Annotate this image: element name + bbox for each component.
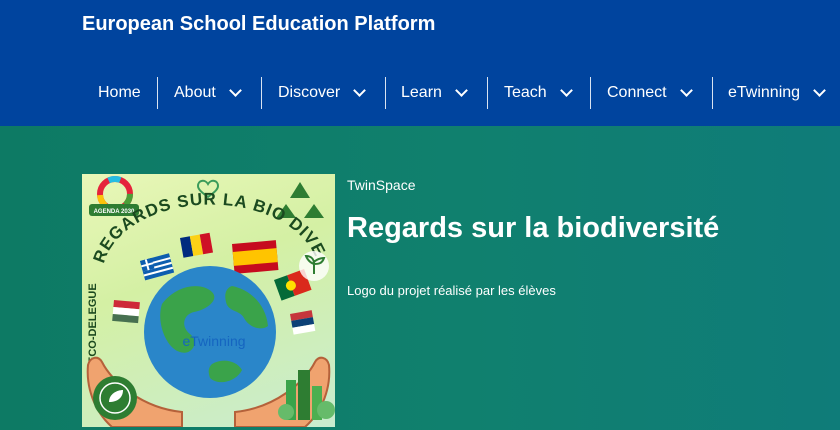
hero-section: AGENDA 2030 REGARDS SUR LA BIO DIVERSÉ E…	[0, 126, 840, 430]
main-nav: Home About Discover Learn Teach Connect	[82, 76, 835, 110]
chevron-down-icon[interactable]	[559, 84, 573, 97]
nav-separator	[590, 77, 591, 109]
globe-icon: eTwinning	[144, 266, 276, 398]
nav-item-discover[interactable]: Discover	[262, 76, 385, 110]
nav-item-label: Learn	[401, 84, 442, 101]
nav-item-label: eTwinning	[728, 84, 801, 101]
nav-item-teach[interactable]: Teach	[488, 76, 590, 110]
hero-kicker[interactable]: TwinSpace	[347, 177, 415, 193]
logo-caption: Logo du projet réalisé par les élèves	[347, 283, 556, 298]
eco-seal-icon	[93, 376, 137, 420]
site-header: European School Education Platform Home …	[0, 0, 840, 126]
logo-side-text: ECO-DELEGUE	[87, 283, 99, 364]
chevron-down-icon[interactable]	[813, 84, 826, 97]
project-logo-image: AGENDA 2030 REGARDS SUR LA BIO DIVERSÉ E…	[82, 174, 335, 427]
project-logo-artwork: AGENDA 2030 REGARDS SUR LA BIO DIVERSÉ E…	[82, 174, 335, 427]
chevron-down-icon[interactable]	[353, 84, 367, 97]
nav-separator	[157, 77, 158, 109]
flag-greece	[140, 253, 175, 281]
nav-item-learn[interactable]: Learn	[386, 76, 487, 110]
nav-item-connect[interactable]: Connect	[591, 76, 712, 110]
flag-hungary	[112, 300, 140, 324]
nav-separator	[385, 77, 386, 109]
chevron-down-icon[interactable]	[679, 84, 693, 97]
site-title[interactable]: European School Education Platform	[82, 13, 435, 36]
nav-item-label: Connect	[607, 84, 667, 101]
chevron-down-icon[interactable]	[455, 84, 468, 97]
page-title: Regards sur la biodiversité	[347, 212, 720, 244]
nav-item-label: Home	[98, 84, 141, 101]
nav-item-home[interactable]: Home	[82, 76, 157, 110]
nav-item-label: Discover	[278, 84, 341, 101]
nav-separator	[261, 77, 262, 109]
nav-item-label: About	[174, 84, 216, 101]
nav-item-label: Teach	[504, 84, 547, 101]
nav-item-etwinning[interactable]: eTwinning	[713, 76, 835, 110]
flag-serbia	[290, 310, 316, 335]
globe-etwinning-text: eTwinning	[182, 333, 245, 349]
flag-spain	[232, 240, 279, 274]
plant-in-hand-icon	[299, 251, 329, 281]
flag-romania	[180, 232, 214, 258]
nav-separator	[712, 77, 713, 109]
nav-separator	[487, 77, 488, 109]
nav-item-about[interactable]: About	[158, 76, 261, 110]
chevron-down-icon[interactable]	[228, 84, 242, 97]
